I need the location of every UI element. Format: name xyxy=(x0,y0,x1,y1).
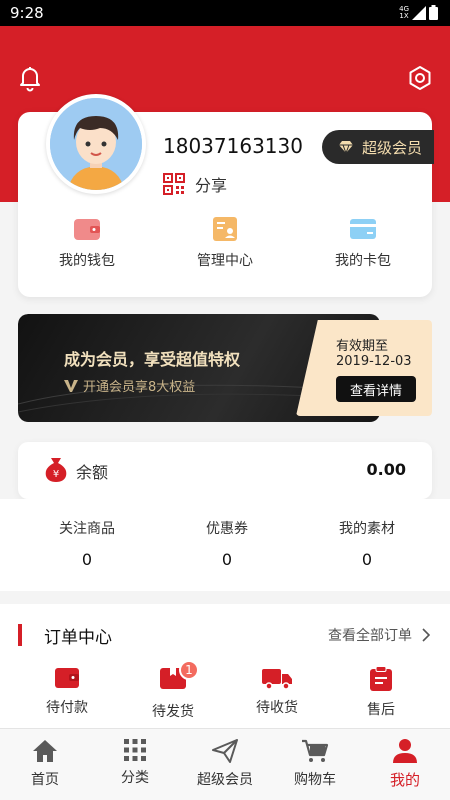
super-vip-badge[interactable]: 超级会员 xyxy=(322,130,434,164)
tab-label: 超级会员 xyxy=(197,772,253,788)
battery-icon xyxy=(429,5,438,20)
order-pending-payment[interactable]: 待付款 xyxy=(46,666,88,717)
stat-value: 0 xyxy=(81,550,93,569)
tab-label: 分类 xyxy=(121,770,149,786)
view-details-button[interactable]: 查看详情 xyxy=(336,376,416,402)
order-status-label: 待付款 xyxy=(46,700,88,716)
cart-icon xyxy=(302,739,329,762)
wallet-icon xyxy=(74,219,100,240)
view-all-orders-link[interactable]: 查看全部订单 xyxy=(328,625,430,645)
balance-label: 余额 xyxy=(76,463,109,482)
status-indicators: 4G 1X xyxy=(399,5,438,20)
order-badge: 1 xyxy=(179,660,199,680)
quick-action-management[interactable]: 管理中心 xyxy=(156,216,294,270)
order-status-label: 待发货 xyxy=(152,704,194,720)
vip-expiry-date: 2019-12-03 xyxy=(336,354,412,369)
section-accent-bar xyxy=(18,624,22,646)
stat-label: 我的素材 xyxy=(339,521,395,537)
tab-home[interactable]: 首页 xyxy=(0,729,90,800)
vip-subtitle-row: 开通会员享8大权益 xyxy=(64,376,195,395)
network-type-bottom: 1X xyxy=(399,11,409,20)
quick-action-label: 我的钱包 xyxy=(59,253,115,269)
stat-coupons[interactable]: 优惠券 0 xyxy=(157,518,297,569)
order-status-label: 待收货 xyxy=(256,700,298,716)
stat-value: 0 xyxy=(221,550,233,569)
quick-action-cards[interactable]: 我的卡包 xyxy=(294,216,432,270)
network-type: 4G 1X xyxy=(399,5,409,20)
stats-row: 关注商品 0 优惠券 0 我的素材 0 xyxy=(0,518,450,569)
money-bag-icon: ¥ xyxy=(45,458,67,482)
status-time: 9:28 xyxy=(10,4,44,22)
order-pending-shipment[interactable]: 1 待发货 xyxy=(152,660,199,721)
tab-categories[interactable]: 分类 xyxy=(90,729,180,800)
user-phone: 18037163130 xyxy=(163,134,303,158)
quick-action-wallet[interactable]: 我的钱包 xyxy=(18,216,156,270)
avatar-illustration xyxy=(50,98,142,190)
share-button[interactable]: 分享 xyxy=(163,172,227,196)
order-center-title: 订单中心 xyxy=(44,628,112,648)
quick-actions: 我的钱包 管理中心 我的卡包 xyxy=(18,216,432,270)
truck-icon xyxy=(262,669,292,690)
order-status-label: 售后 xyxy=(367,702,395,718)
stat-label: 优惠券 xyxy=(206,521,248,537)
quick-action-label: 我的卡包 xyxy=(335,253,391,269)
super-vip-label: 超级会员 xyxy=(362,138,423,157)
tab-cart[interactable]: 购物车 xyxy=(270,729,360,800)
avatar[interactable] xyxy=(46,94,146,194)
balance-card[interactable]: ¥ 余额 0.00 xyxy=(18,442,432,499)
qr-code-icon xyxy=(163,173,185,195)
vip-title: 成为会员，享受超值特权 xyxy=(64,350,241,369)
stat-value: 0 xyxy=(361,550,373,569)
order-pending-receipt[interactable]: 待收货 xyxy=(256,666,298,717)
management-icon xyxy=(213,217,237,241)
balance-value: 0.00 xyxy=(366,460,406,479)
tab-mine[interactable]: 我的 xyxy=(360,729,450,800)
v-logo-icon xyxy=(64,379,78,392)
package-icon-wrap: 1 xyxy=(159,660,199,694)
tab-label: 购物车 xyxy=(294,772,336,788)
vip-expiry-label: 有效期至 xyxy=(336,339,389,354)
vip-subtitle: 开通会员享8大权益 xyxy=(83,380,196,395)
clipboard-icon xyxy=(370,666,392,691)
tab-label: 我的 xyxy=(389,771,420,789)
tab-label: 首页 xyxy=(31,772,59,788)
stat-my-materials[interactable]: 我的素材 0 xyxy=(297,518,437,569)
stat-followed-products[interactable]: 关注商品 0 xyxy=(17,518,157,569)
gear-icon[interactable] xyxy=(406,64,434,92)
quick-action-label: 管理中心 xyxy=(197,253,253,269)
order-center-header: 订单中心 查看全部订单 xyxy=(0,620,450,650)
order-after-sales[interactable]: 售后 xyxy=(367,666,395,719)
stat-label: 关注商品 xyxy=(59,521,115,537)
share-label: 分享 xyxy=(195,176,228,195)
bell-icon[interactable] xyxy=(16,64,44,92)
home-icon xyxy=(33,740,57,762)
diamond-icon xyxy=(339,141,353,154)
card-icon xyxy=(350,219,376,239)
status-bar: 9:28 4G 1X xyxy=(0,0,450,26)
profile-card: 18037163130 分享 超级会员 我的钱包 管理中心 我的卡包 xyxy=(18,94,434,297)
person-icon xyxy=(393,739,417,763)
chevron-right-icon xyxy=(422,628,430,642)
grid-icon xyxy=(124,739,146,761)
send-icon xyxy=(212,739,238,763)
signal-icon xyxy=(412,5,426,20)
vip-banner[interactable]: 成为会员，享受超值特权 开通会员享8大权益 有效期至 2019-12-03 查看… xyxy=(18,314,432,422)
order-center: 订单中心 查看全部订单 待付款 1 待发货 待收货 售后 xyxy=(0,604,450,730)
wallet-icon xyxy=(55,668,79,688)
bottom-tab-bar: 首页 分类 超级会员 购物车 我的 xyxy=(0,728,450,800)
view-all-orders-label: 查看全部订单 xyxy=(328,628,412,644)
tab-super-vip[interactable]: 超级会员 xyxy=(180,729,270,800)
svg-text:¥: ¥ xyxy=(53,469,59,480)
